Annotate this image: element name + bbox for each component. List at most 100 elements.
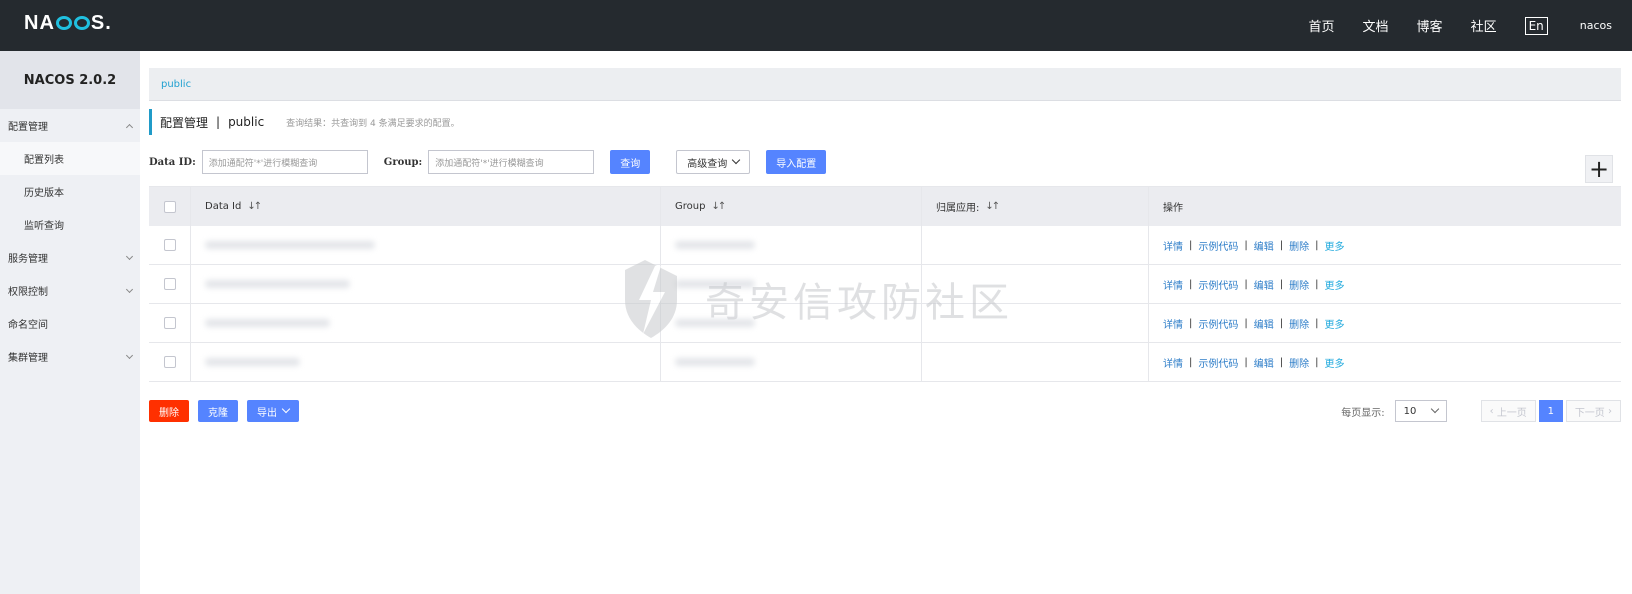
pagination: 每页显示: 10 ‹ 上一页 1 下一页 ›: [1341, 400, 1621, 422]
redacted-group: [675, 358, 755, 366]
language-switch[interactable]: En: [1524, 16, 1548, 35]
detail-link[interactable]: 详情: [1163, 355, 1183, 370]
sidebar-item-history[interactable]: 历史版本: [0, 175, 140, 208]
chevron-down-icon: [125, 351, 134, 359]
sidebar-item-service-management[interactable]: 服务管理: [0, 241, 140, 274]
column-header-dataid[interactable]: Data Id ↓↑: [191, 187, 661, 226]
top-navbar: NA S. 首页 文档 博客 社区 En nacos: [0, 0, 1632, 51]
sort-icon[interactable]: ↓↑: [247, 201, 262, 212]
breadcrumb-namespace[interactable]: public: [161, 79, 191, 90]
filter-bar: Data ID: 添加通配符'*'进行模糊查询 Group: 添加通配符'*'进…: [149, 150, 827, 174]
more-link[interactable]: 更多: [1325, 277, 1345, 292]
detail-link[interactable]: 详情: [1163, 316, 1183, 331]
top-nav-links: 首页 文档 博客 社区 En nacos: [1309, 0, 1632, 51]
chevron-down-icon: [125, 285, 134, 293]
sort-icon[interactable]: ↓↑: [711, 201, 726, 212]
sidebar-item-label: 配置管理: [8, 122, 48, 133]
prev-page-button[interactable]: ‹ 上一页: [1480, 400, 1536, 422]
nav-docs[interactable]: 文档: [1363, 16, 1389, 35]
clone-button[interactable]: 克隆: [198, 400, 238, 422]
column-label: 归属应用:: [936, 203, 980, 214]
row-actions: 详情 | 示例代码 | 编辑 | 删除 | 更多: [1163, 238, 1345, 253]
chevron-down-icon: [731, 155, 741, 165]
delete-link[interactable]: 删除: [1289, 238, 1309, 253]
column-header-ops: 操作: [1149, 187, 1621, 226]
sidebar-item-label: 历史版本: [24, 188, 64, 199]
bulk-delete-button[interactable]: 删除: [149, 400, 189, 422]
more-link[interactable]: 更多: [1325, 355, 1345, 370]
sidebar-item-access-control[interactable]: 权限控制: [0, 274, 140, 307]
redacted-group: [675, 241, 755, 249]
page-size-select[interactable]: 10: [1394, 400, 1447, 422]
redacted-dataid: [205, 319, 330, 327]
row-checkbox[interactable]: [163, 239, 176, 251]
logo-ring-icon: [55, 16, 72, 30]
edit-link[interactable]: 编辑: [1254, 277, 1274, 292]
sample-code-link[interactable]: 示例代码: [1198, 355, 1238, 370]
nav-blog[interactable]: 博客: [1417, 16, 1443, 35]
delete-link[interactable]: 删除: [1289, 355, 1309, 370]
sidebar-item-label: 监听查询: [24, 221, 64, 232]
next-page-button[interactable]: 下一页 ›: [1565, 400, 1621, 422]
row-actions: 详情 | 示例代码 | 编辑 | 删除 | 更多: [1163, 355, 1345, 370]
sidebar-item-label: 命名空间: [8, 320, 48, 331]
column-header-app[interactable]: 归属应用: ↓↑: [922, 187, 1149, 226]
nav-home[interactable]: 首页: [1309, 16, 1335, 35]
nacos-logo[interactable]: NA S.: [24, 12, 112, 35]
export-label: 导出: [257, 407, 277, 419]
watermark-logo-icon: [625, 260, 677, 338]
sidebar-item-label: 集群管理: [8, 353, 48, 364]
page-number-current[interactable]: 1: [1538, 400, 1563, 422]
edit-link[interactable]: 编辑: [1254, 355, 1274, 370]
breadcrumb: public: [149, 68, 1621, 101]
sample-code-link[interactable]: 示例代码: [1198, 238, 1238, 253]
redacted-dataid: [205, 280, 350, 288]
sidebar-item-config-list[interactable]: 配置列表: [0, 142, 140, 175]
row-checkbox[interactable]: [163, 356, 176, 368]
sidebar-item-config-management[interactable]: 配置管理: [0, 109, 140, 142]
sidebar: NACOS 2.0.2 配置管理 配置列表 历史版本 监听查询 服务管理 权限控…: [0, 51, 140, 594]
detail-link[interactable]: 详情: [1163, 277, 1183, 292]
add-config-button[interactable]: +: [1585, 155, 1613, 183]
more-link[interactable]: 更多: [1325, 316, 1345, 331]
chevron-up-icon: [125, 123, 134, 131]
edit-link[interactable]: 编辑: [1254, 316, 1274, 331]
detail-link[interactable]: 详情: [1163, 238, 1183, 253]
sidebar-item-listener-query[interactable]: 监听查询: [0, 208, 140, 241]
sample-code-link[interactable]: 示例代码: [1198, 277, 1238, 292]
sidebar-item-namespace[interactable]: 命名空间: [0, 307, 140, 340]
column-label: Group: [675, 201, 706, 212]
row-actions: 详情 | 示例代码 | 编辑 | 删除 | 更多: [1163, 316, 1345, 331]
sidebar-item-cluster-management[interactable]: 集群管理: [0, 340, 140, 373]
row-checkbox[interactable]: [163, 317, 176, 329]
select-all-checkbox[interactable]: [163, 200, 176, 213]
redacted-dataid: [205, 241, 375, 249]
dataid-label: Data ID:: [149, 156, 196, 168]
edit-link[interactable]: 编辑: [1254, 238, 1274, 253]
export-button[interactable]: 导出: [247, 400, 299, 422]
group-input[interactable]: 添加通配符'*'进行模糊查询: [428, 150, 595, 174]
column-header-group[interactable]: Group ↓↑: [661, 187, 922, 226]
sidebar-item-label: 服务管理: [8, 254, 48, 265]
sort-icon[interactable]: ↓↑: [985, 201, 1000, 212]
page-title: 配置管理: [160, 115, 209, 130]
sidebar-item-label: 权限控制: [8, 287, 48, 298]
namespace-name: public: [228, 115, 265, 129]
redacted-dataid: [205, 358, 300, 366]
delete-link[interactable]: 删除: [1289, 277, 1309, 292]
page-header: 配置管理 | public 查询结果：共查询到 4 条满足要求的配置。: [149, 109, 460, 135]
sample-code-link[interactable]: 示例代码: [1198, 316, 1238, 331]
page-size-label: 每页显示:: [1341, 407, 1385, 419]
watermark: 奇安信攻防社区: [615, 256, 1013, 342]
query-button[interactable]: 查询: [610, 150, 651, 174]
import-config-button[interactable]: 导入配置: [766, 150, 827, 174]
dataid-input[interactable]: 添加通配符'*'进行模糊查询: [201, 150, 368, 174]
delete-link[interactable]: 删除: [1289, 316, 1309, 331]
row-checkbox[interactable]: [163, 278, 176, 290]
chevron-right-icon: ›: [1604, 405, 1612, 417]
nav-community[interactable]: 社区: [1471, 16, 1497, 35]
more-link[interactable]: 更多: [1325, 238, 1345, 253]
user-menu[interactable]: nacos: [1580, 19, 1612, 32]
chevron-down-icon: [281, 404, 291, 414]
advanced-query-button[interactable]: 高级查询: [676, 150, 751, 174]
